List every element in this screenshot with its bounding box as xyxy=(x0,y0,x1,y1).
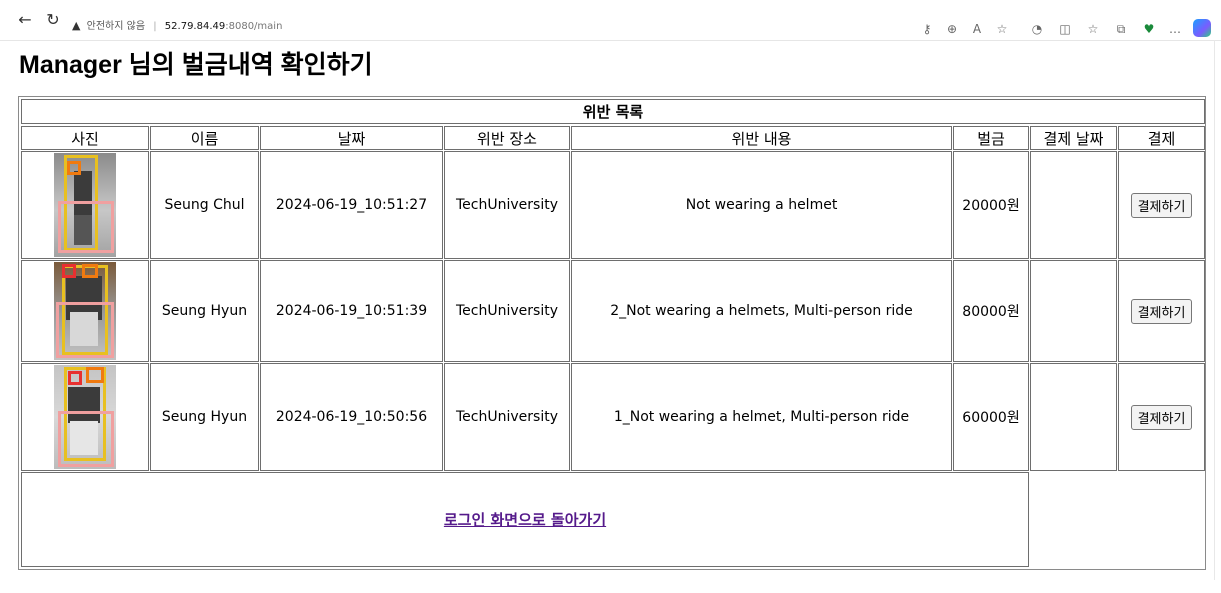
scrollbar-track xyxy=(1214,40,1215,580)
table-row-2-location: TechUniversity xyxy=(444,260,570,362)
favorites-icon[interactable]: ☆ xyxy=(1084,20,1102,38)
table-row-1-name: Seung Chul xyxy=(150,151,259,259)
table-row-1-photo-cell xyxy=(21,151,149,259)
refresh-icon[interactable]: ↻ xyxy=(43,10,63,30)
table-row-1-location: TechUniversity xyxy=(444,151,570,259)
table-row-2-fine: 80000원 xyxy=(953,260,1029,362)
warning-icon: ▲ xyxy=(72,19,81,32)
table-row-3-location: TechUniversity xyxy=(444,363,570,471)
collections-icon[interactable]: ⧉ xyxy=(1112,20,1130,38)
table-row-1-payment-date xyxy=(1030,151,1117,259)
table-row-2-photo-cell xyxy=(21,260,149,362)
back-link-cell: 로그인 화면으로 돌아가기 xyxy=(21,472,1029,567)
favorite-star-icon[interactable]: ☆ xyxy=(993,20,1011,38)
header-violation: 위반 내용 xyxy=(571,126,952,150)
url-host: 52.79.84.49 xyxy=(164,21,226,32)
violation-photo xyxy=(54,262,116,360)
table-row-2-payment-cell: 결제하기 xyxy=(1118,260,1205,362)
pay-button[interactable]: 결제하기 xyxy=(1130,298,1193,324)
table-row-1-fine: 20000원 xyxy=(953,151,1029,259)
header-photo: 사진 xyxy=(21,126,149,150)
table-row-3-payment-cell: 결제하기 xyxy=(1118,363,1205,471)
address-bar[interactable]: ▲ 안전하지 않음 | 52.79.84.49:8080/main xyxy=(72,16,1012,36)
table-row-1-payment-cell: 결제하기 xyxy=(1118,151,1205,259)
table-row-2-name: Seung Hyun xyxy=(150,260,259,362)
violations-table: 위반 목록 사진 이름 날짜 위반 장소 위반 내용 벌금 결제 날짜 결제 S… xyxy=(18,96,1206,570)
header-payment-date: 결제 날짜 xyxy=(1030,126,1117,150)
header-name: 이름 xyxy=(150,126,259,150)
table-row-2-date: 2024-06-19_10:51:39 xyxy=(260,260,443,362)
header-date: 날짜 xyxy=(260,126,443,150)
pay-button[interactable]: 결제하기 xyxy=(1130,192,1193,218)
table-row-1-violation: Not wearing a helmet xyxy=(571,151,952,259)
back-arrow-icon[interactable]: ← xyxy=(15,10,35,30)
violation-photo xyxy=(54,153,116,257)
table-row-3-date: 2024-06-19_10:50:56 xyxy=(260,363,443,471)
browser-toolbar: ← ↻ ▲ 안전하지 않음 | 52.79.84.49:8080/main ⚷ … xyxy=(0,0,1221,41)
key-icon[interactable]: ⚷ xyxy=(918,20,936,38)
table-caption: 위반 목록 xyxy=(21,99,1205,124)
pay-button[interactable]: 결제하기 xyxy=(1130,404,1193,430)
table-row-3-fine: 60000원 xyxy=(953,363,1029,471)
table-row-3-payment-date xyxy=(1030,363,1117,471)
violation-photo xyxy=(54,365,116,469)
zoom-icon[interactable]: ⊕ xyxy=(943,20,961,38)
table-row-3-violation: 1_Not wearing a helmet, Multi-person rid… xyxy=(571,363,952,471)
table-row-2-payment-date xyxy=(1030,260,1117,362)
header-location: 위반 장소 xyxy=(444,126,570,150)
more-icon[interactable]: … xyxy=(1166,20,1184,38)
page-title: Manager 님의 벌금내역 확인하기 xyxy=(19,51,373,79)
copilot-icon[interactable] xyxy=(1193,19,1211,37)
header-fine: 벌금 xyxy=(953,126,1029,150)
split-screen-icon[interactable]: ◫ xyxy=(1056,20,1074,38)
security-label: 안전하지 않음 xyxy=(86,21,146,32)
table-row-1-date: 2024-06-19_10:51:27 xyxy=(260,151,443,259)
extensions-icon[interactable]: ◔ xyxy=(1028,20,1046,38)
address-divider: | xyxy=(153,21,157,32)
table-row-3-photo-cell xyxy=(21,363,149,471)
url-path: :8080/main xyxy=(225,21,283,32)
header-payment: 결제 xyxy=(1118,126,1205,150)
browser-essentials-icon[interactable]: ♥ xyxy=(1140,20,1158,38)
read-aloud-icon[interactable]: A xyxy=(968,20,986,38)
back-to-login-link[interactable]: 로그인 화면으로 돌아가기 xyxy=(444,509,606,530)
table-row-2-violation: 2_Not wearing a helmets, Multi-person ri… xyxy=(571,260,952,362)
table-row-3-name: Seung Hyun xyxy=(150,363,259,471)
